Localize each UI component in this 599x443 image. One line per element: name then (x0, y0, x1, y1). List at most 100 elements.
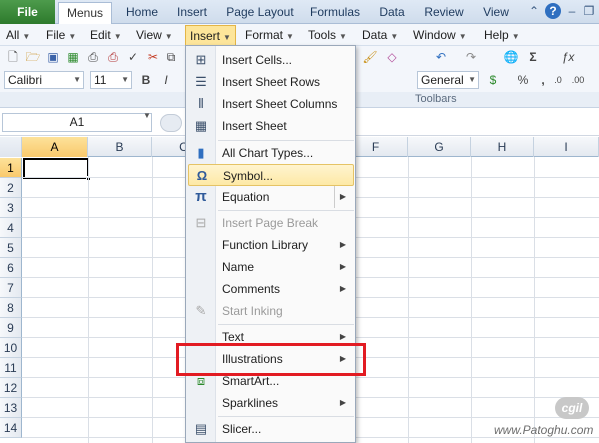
redo-icon[interactable]: ↷ (463, 49, 479, 65)
row-header[interactable]: 6 (0, 258, 22, 278)
menu-item-function-library[interactable]: Function Library ▶ (188, 234, 354, 256)
clear-icon[interactable]: ◇ (384, 49, 400, 65)
menu-window[interactable]: Window ▼ (413, 24, 467, 46)
print-preview-icon[interactable]: ⎙ (85, 49, 101, 65)
menu-item-label: Name (222, 260, 255, 274)
slicer-icon: ▤ (194, 421, 208, 436)
column-header[interactable]: H (471, 137, 534, 157)
menu-item-insert-page-break: ⊟ Insert Page Break (188, 212, 354, 234)
menu-item-name[interactable]: Name ▶ (188, 256, 354, 278)
chevron-down-icon: ▼ (339, 32, 347, 41)
tab-file[interactable]: File (0, 0, 55, 24)
menu-separator (218, 324, 354, 325)
column-header[interactable]: G (408, 137, 471, 157)
row-header[interactable]: 13 (0, 398, 22, 418)
tab-view[interactable]: View (478, 2, 514, 24)
submenu-arrow-icon: ▶ (339, 398, 346, 407)
row-header[interactable]: 2 (0, 178, 22, 198)
menu-item-insert-sheet[interactable]: ▦ Insert Sheet (188, 115, 354, 137)
currency-icon[interactable]: $ (485, 72, 501, 88)
row-header[interactable]: 9 (0, 318, 22, 338)
tab-review[interactable]: Review (422, 2, 466, 24)
submenu-arrow-icon: ▶ (339, 262, 346, 271)
illustrations-callout-box (176, 343, 366, 376)
column-header[interactable]: I (534, 137, 599, 157)
italic-icon[interactable]: I (158, 72, 174, 88)
menu-item-insert-cells[interactable]: ⊞ Insert Cells... (188, 49, 354, 71)
tab-formulas[interactable]: Formulas (306, 2, 364, 24)
submenu-arrow-icon: ▶ (339, 240, 346, 249)
decrease-decimal-icon[interactable]: .00 (570, 72, 586, 88)
open-icon[interactable]: 🗁 (25, 49, 41, 65)
menu-item-insert-sheet-columns[interactable]: ⫴ Insert Sheet Columns (188, 93, 354, 115)
tab-home[interactable]: Home (122, 2, 162, 24)
insert-function-icon[interactable]: ƒx (560, 49, 576, 65)
menu-item-equation[interactable]: π Equation ▶ (188, 186, 354, 208)
row-header[interactable]: 10 (0, 338, 22, 358)
row-header[interactable]: 3 (0, 198, 22, 218)
tab-data[interactable]: Data (374, 2, 410, 24)
column-header[interactable]: A (22, 137, 88, 157)
row-header[interactable]: 1 (0, 158, 22, 178)
menu-item-sparklines[interactable]: Sparklines ▶ (188, 392, 354, 414)
number-format-value: General (421, 73, 464, 87)
row-header[interactable]: 12 (0, 378, 22, 398)
menu-edit-label: Edit (90, 28, 111, 42)
menu-insert[interactable]: Insert ▼ (185, 25, 236, 47)
select-all-button[interactable] (0, 137, 22, 157)
format-painter-icon[interactable]: 🖌 (362, 49, 378, 65)
tab-page-layout[interactable]: Page Layout (224, 2, 296, 24)
increase-decimal-icon[interactable]: .0 (550, 72, 566, 88)
undo-icon[interactable]: ↶ (433, 49, 449, 65)
copy-icon[interactable]: ⧉ (163, 49, 179, 65)
menu-item-symbol[interactable]: Ω Symbol... (188, 164, 354, 186)
minimize-window-icon[interactable]: – (564, 3, 580, 19)
menu-item-all-chart-types[interactable]: ▮ All Chart Types... (188, 142, 354, 164)
tab-insert[interactable]: Insert (172, 2, 212, 24)
menu-help[interactable]: Help ▼ (484, 24, 520, 46)
name-box[interactable]: A1 (2, 113, 152, 132)
menu-tools[interactable]: Tools ▼ (308, 24, 347, 46)
formula-toggle-icon[interactable] (160, 114, 182, 132)
bold-icon[interactable]: B (138, 72, 154, 88)
menu-view[interactable]: View ▼ (136, 24, 173, 46)
comma-style-icon[interactable]: , (535, 72, 551, 88)
menu-item-comments[interactable]: Comments ▶ (188, 278, 354, 300)
percent-icon[interactable]: % (515, 72, 531, 88)
row-header[interactable]: 4 (0, 218, 22, 238)
number-format-combo[interactable]: General ▼ (417, 71, 479, 89)
tab-menus[interactable]: Menus (58, 2, 112, 24)
row-header[interactable]: 5 (0, 238, 22, 258)
cut-icon[interactable]: ✂ (145, 49, 161, 65)
new-icon[interactable]: 🗋 (5, 49, 21, 65)
menu-item-insert-sheet-rows[interactable]: ☰ Insert Sheet Rows (188, 71, 354, 93)
active-cell[interactable] (23, 158, 89, 179)
font-name-combo[interactable]: Calibri ▼ (4, 71, 84, 89)
minimize-ribbon-icon[interactable]: ⌃ (526, 3, 542, 19)
row-header[interactable]: 11 (0, 358, 22, 378)
restore-window-icon[interactable]: ❐ (581, 3, 597, 19)
row-header[interactable]: 7 (0, 278, 22, 298)
excel-icon[interactable]: ▦ (65, 49, 81, 65)
row-header[interactable]: 8 (0, 298, 22, 318)
chevron-down-icon[interactable]: ▼ (143, 111, 151, 120)
menu-format[interactable]: Format ▼ (245, 24, 294, 46)
gridline (152, 157, 153, 443)
menu-item-label: Insert Sheet Columns (222, 97, 338, 111)
menu-data[interactable]: Data ▼ (362, 24, 398, 46)
save-icon[interactable]: ▣ (45, 49, 61, 65)
menu-file[interactable]: File ▼ (46, 24, 76, 46)
help-icon[interactable]: ? (545, 3, 561, 19)
menu-item-slicer[interactable]: ▤ Slicer... (188, 418, 354, 440)
column-header[interactable]: B (88, 137, 152, 157)
autosum-icon[interactable]: Σ (525, 49, 541, 65)
hyperlink-icon[interactable]: 🌐 (503, 49, 519, 65)
print-icon[interactable]: ⎙ (105, 49, 121, 65)
insert-dropdown-menu: ⊞ Insert Cells... ☰ Insert Sheet Rows ⫴ … (185, 45, 356, 443)
font-size-combo[interactable]: 11 ▼ (90, 71, 132, 89)
menu-all[interactable]: All ▼ (6, 24, 30, 46)
menu-edit[interactable]: Edit ▼ (90, 24, 122, 46)
spelling-icon[interactable]: ✓ (125, 49, 141, 65)
row-header[interactable]: 14 (0, 418, 22, 438)
font-name-value: Calibri (8, 73, 43, 87)
